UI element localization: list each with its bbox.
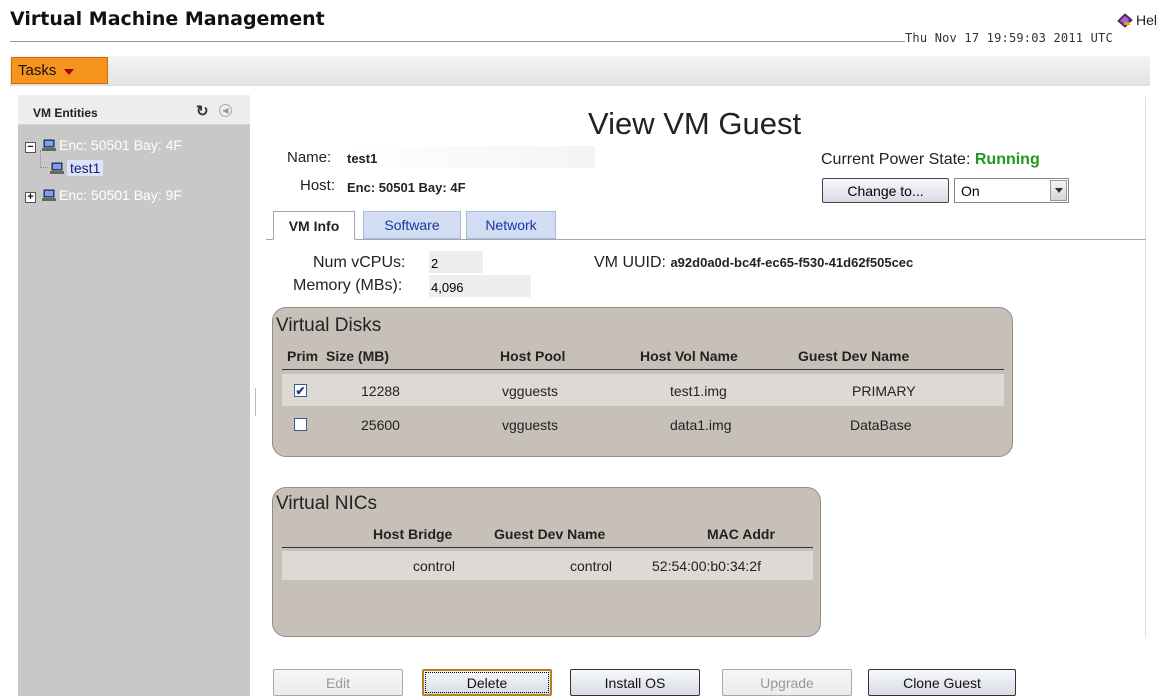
col-size: Size (MB)	[326, 348, 389, 364]
collapse-sidebar-icon[interactable]: ◀	[219, 104, 232, 117]
name-label: Name:	[287, 149, 332, 166]
memory-field: 4,096	[429, 275, 531, 297]
power-state-value: Running	[974, 151, 1040, 168]
sidebar-splitter[interactable]	[255, 388, 257, 416]
clone-guest-button[interactable]: Clone Guest	[868, 669, 1016, 696]
tree-expand-toggle[interactable]: +	[25, 192, 36, 203]
header-divider	[10, 41, 905, 42]
install-os-button[interactable]: Install OS	[570, 669, 700, 696]
prim-checkbox[interactable]: ✔	[294, 384, 307, 397]
app-title: Virtual Machine Management	[10, 8, 325, 30]
tree-item-label: Enc: 50501 Bay: 4F	[59, 137, 182, 153]
tree-item-enc-9f[interactable]: Enc: 50501 Bay: 9F	[42, 187, 182, 203]
tree-item-label: Enc: 50501 Bay: 9F	[59, 187, 182, 203]
col-guest-dev-name: Guest Dev Name	[798, 348, 910, 364]
tasks-toolbar	[10, 56, 1150, 86]
delete-button[interactable]: Delete	[422, 669, 552, 696]
col-host-bridge: Host Bridge	[373, 526, 453, 542]
tree-connector	[40, 150, 48, 168]
page-title: View VM Guest	[588, 106, 802, 141]
disk-dev: DataBase	[850, 417, 912, 433]
refresh-icon[interactable]: ↻	[196, 104, 209, 119]
tab-network[interactable]: Network	[466, 211, 556, 239]
disk-pool: vgguests	[502, 417, 559, 433]
caret-down-icon	[64, 68, 75, 75]
memory-label: Memory (MBs):	[293, 277, 403, 294]
vcpus-value: 2	[431, 256, 439, 271]
uuid-label-text: VM UUID:	[594, 254, 666, 271]
virtual-disks-title: Virtual Disks	[276, 315, 382, 336]
col-guest-dev-name: Guest Dev Name	[494, 526, 606, 542]
edit-button[interactable]: Edit	[273, 669, 403, 696]
computer-icon	[50, 162, 64, 174]
power-state-label: Current Power State: Running	[821, 151, 1040, 169]
help-label: Help	[1136, 12, 1158, 28]
prim-checkbox[interactable]	[294, 418, 307, 431]
tab-strip-border	[266, 239, 1146, 240]
disks-header-rule	[282, 369, 1004, 370]
tasks-label: Tasks	[18, 62, 57, 79]
col-host-vol-name: Host Vol Name	[640, 348, 738, 364]
sidebar-title: VM Entities	[33, 106, 98, 120]
upgrade-button[interactable]: Upgrade	[722, 669, 852, 696]
nics-header-rule	[282, 547, 813, 548]
col-mac-addr: MAC Addr	[707, 526, 775, 542]
nic-bridge: control	[413, 558, 456, 574]
power-state-select[interactable]: On	[954, 178, 1069, 203]
uuid-value: a92d0a0d-bc4f-ec65-f530-41d62f505cec	[670, 255, 914, 270]
vcpus-label: Num vCPUs:	[313, 254, 406, 271]
col-host-pool: Host Pool	[500, 348, 566, 364]
tree-item-test1[interactable]: test1	[50, 160, 104, 176]
disk-size: 25600	[361, 417, 400, 433]
disk-pool: vgguests	[502, 383, 559, 399]
disk-vol: data1.img	[670, 417, 732, 433]
power-state-label-text: Current Power State:	[821, 151, 971, 168]
help-link[interactable]: Help	[1116, 12, 1158, 28]
tree-collapse-toggle[interactable]: −	[25, 142, 36, 153]
help-book-icon	[1117, 13, 1133, 28]
nic-dev: control	[570, 558, 613, 574]
tree-item-label: test1	[67, 160, 104, 176]
host-label: Host:	[300, 177, 336, 194]
power-select-value: On	[961, 182, 980, 199]
change-power-button[interactable]: Change to...	[822, 178, 949, 203]
disk-vol: test1.img	[670, 383, 727, 399]
name-value: test1	[347, 151, 378, 166]
vm-entities-sidebar	[18, 95, 250, 696]
nic-mac: 52:54:00:b0:34:2f	[652, 558, 761, 574]
uuid-label: VM UUID: a92d0a0d-bc4f-ec65-f530-41d62f5…	[594, 254, 913, 272]
disk-dev: PRIMARY	[852, 383, 916, 399]
col-prim: Prim	[287, 348, 319, 364]
disk-size: 12288	[361, 383, 400, 399]
virtual-nics-title: Virtual NICs	[276, 493, 378, 514]
tree-item-enc-4f[interactable]: Enc: 50501 Bay: 4F	[42, 137, 182, 153]
vcpus-field: 2	[429, 251, 483, 273]
name-field: test1	[345, 146, 595, 168]
memory-value: 4,096	[431, 280, 464, 295]
tab-software[interactable]: Software	[363, 211, 461, 239]
server-timestamp: Thu Nov 17 19:59:03 2011 UTC	[905, 31, 1113, 45]
dropdown-arrow-icon[interactable]	[1050, 180, 1067, 201]
tasks-menu-button[interactable]: Tasks	[11, 57, 108, 84]
tab-vm-info[interactable]: VM Info	[273, 211, 355, 240]
computer-icon	[42, 189, 56, 201]
host-value: Enc: 50501 Bay: 4F	[347, 180, 466, 195]
check-icon: ✔	[295, 383, 306, 398]
